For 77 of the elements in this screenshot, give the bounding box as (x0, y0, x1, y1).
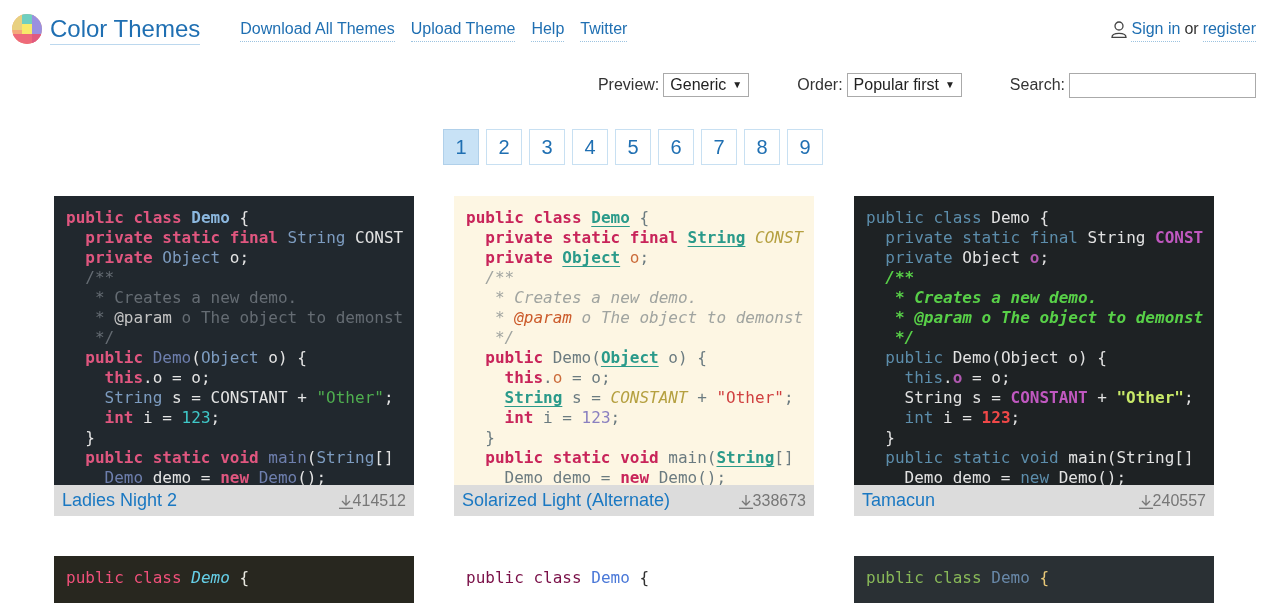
nav-link[interactable]: Twitter (580, 16, 628, 42)
search-field[interactable] (1069, 72, 1256, 98)
download-count: 240557 (1152, 490, 1206, 511)
page-link[interactable]: 9 (787, 129, 823, 165)
code-line: String s = CONSTANT + "Other"; (903, 388, 1195, 408)
theme-name-link[interactable]: Solarized Light (Alternate) (462, 487, 671, 514)
site-title[interactable]: Color Themes (50, 13, 201, 45)
code-line: public static void main(String[] (84, 448, 395, 468)
logo-icon (12, 14, 42, 44)
page-link[interactable]: 4 (572, 129, 608, 165)
code-line: * @param o The object to demonst (893, 308, 1205, 328)
code-line: */ (93, 328, 116, 348)
order-label: Order: (797, 75, 843, 95)
code-line: public class Demo { (466, 208, 651, 228)
download-icon (1138, 492, 1153, 509)
code-line: public class Demo { (866, 568, 1051, 588)
code-line: int i = 123; (103, 408, 222, 428)
theme-name-link[interactable]: Ladies Night 2 (62, 487, 178, 514)
page-link[interactable]: 6 (658, 129, 694, 165)
code-line: this.o = o; (903, 368, 1012, 388)
code-line: * @param o The object to demonst (493, 308, 805, 328)
code-line: private static final String CONST (84, 228, 405, 248)
code-line: private static final String CONST (884, 228, 1205, 248)
separator-text: or (1184, 19, 1199, 39)
download-icon (338, 492, 353, 509)
register-link[interactable]: register (1202, 16, 1256, 42)
code-line: Demo demo = new Demo(); (503, 468, 728, 485)
code-line: public Demo(Object o) { (884, 348, 1108, 368)
code-line: Demo demo = new Demo(); (903, 468, 1128, 485)
code-line: public static void main(String[] (884, 448, 1195, 468)
code-line: this.o = o; (503, 368, 612, 388)
user-icon (1111, 20, 1128, 38)
code-line: String s = CONSTANT + "Other"; (103, 388, 395, 408)
code-line: int i = 123; (503, 408, 622, 428)
page-link[interactable]: 8 (744, 129, 780, 165)
preview-label: Preview: (597, 75, 660, 95)
code-line: */ (493, 328, 516, 348)
code-line: private Object o; (84, 248, 251, 268)
code-line: int i = 123; (903, 408, 1022, 428)
code-line: * Creates a new demo. (893, 288, 1099, 308)
nav-link[interactable]: Upload Theme (410, 16, 516, 42)
sign-in-link[interactable]: Sign in (1131, 16, 1181, 42)
code-line: String s = CONSTANT + "Other"; (503, 388, 795, 408)
code-line: this.o = o; (103, 368, 212, 388)
code-line: public class Demo { (66, 208, 251, 228)
theme-name-link[interactable]: Tamacun (862, 487, 936, 514)
code-line: public class Demo { (66, 568, 251, 588)
code-line: public class Demo { (466, 568, 651, 588)
code-line: /** (884, 268, 916, 288)
code-line: */ (893, 328, 916, 348)
code-line: private static final String CONST (484, 228, 805, 248)
code-line: } (84, 428, 96, 448)
download-count: 414512 (352, 490, 406, 511)
page-link[interactable]: 1 (443, 129, 479, 165)
search-label: Search: (1009, 75, 1065, 95)
download-count: 338673 (752, 490, 806, 511)
code-line: Demo demo = new Demo(); (103, 468, 328, 485)
page-link[interactable]: 5 (615, 129, 651, 165)
download-icon (738, 492, 753, 509)
code-line: private Object o; (884, 248, 1051, 268)
code-line: public Demo(Object o) { (484, 348, 708, 368)
code-line: public class Demo { (866, 208, 1051, 228)
page-link[interactable]: 7 (701, 129, 737, 165)
code-line: /** (484, 268, 516, 288)
code-line: } (884, 428, 896, 448)
code-line: * Creates a new demo. (93, 288, 299, 308)
code-line: private Object o; (484, 248, 651, 268)
code-line: } (484, 428, 496, 448)
code-line: public Demo(Object o) { (84, 348, 308, 368)
code-line: * @param o The object to demonst (93, 308, 405, 328)
code-line: /** (84, 268, 116, 288)
page-link[interactable]: 2 (486, 129, 522, 165)
code-line: public static void main(String[] (484, 448, 795, 468)
nav-link[interactable]: Download All Themes (240, 16, 395, 42)
nav-link[interactable]: Help (531, 16, 565, 42)
page-link[interactable]: 3 (529, 129, 565, 165)
code-line: * Creates a new demo. (493, 288, 699, 308)
